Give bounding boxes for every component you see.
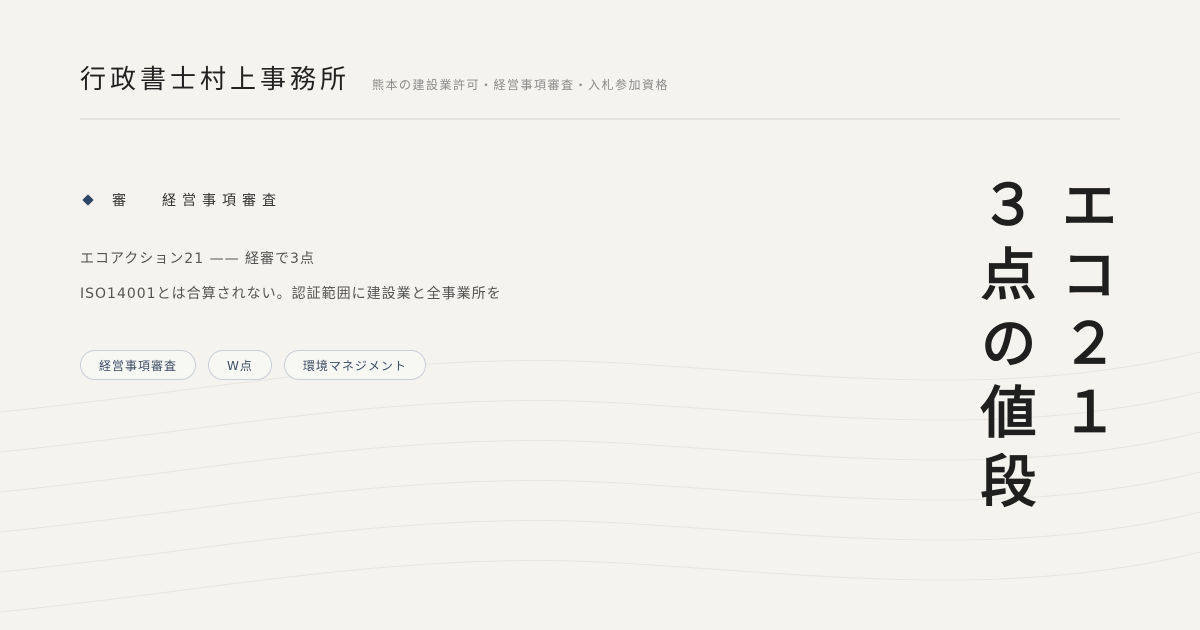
office-name: 行政書士村上事務所 (80, 65, 351, 95)
office-tagline: 熊本の建設業許可・経営事項審査・入札参加資格 (372, 78, 670, 92)
description-line-1: エコアクション21 —— 経審で3点 (80, 251, 315, 267)
site-header: 行政書士村上事務所 熊本の建設業許可・経営事項審査・入札参加資格 (80, 62, 1120, 120)
tag-chip[interactable]: W点 (208, 350, 272, 380)
category-short: 審 (112, 193, 132, 209)
headline-column-2: ３点の値段 (971, 176, 1037, 521)
tag-chip[interactable]: 経営事項審査 (80, 350, 197, 380)
category-label: 審 経営事項審査 (80, 190, 282, 210)
headline-column-1: エコ２１ (1052, 176, 1118, 452)
category-full: 経営事項審査 (162, 193, 282, 209)
diamond-icon (82, 194, 94, 206)
tag-list: 経営事項審査 W点 環境マネジメント (80, 350, 426, 380)
description-line-2: ISO14001とは合算されない。認証範囲に建設業と全事業所を (80, 286, 502, 302)
tag-chip[interactable]: 環境マネジメント (283, 350, 426, 380)
